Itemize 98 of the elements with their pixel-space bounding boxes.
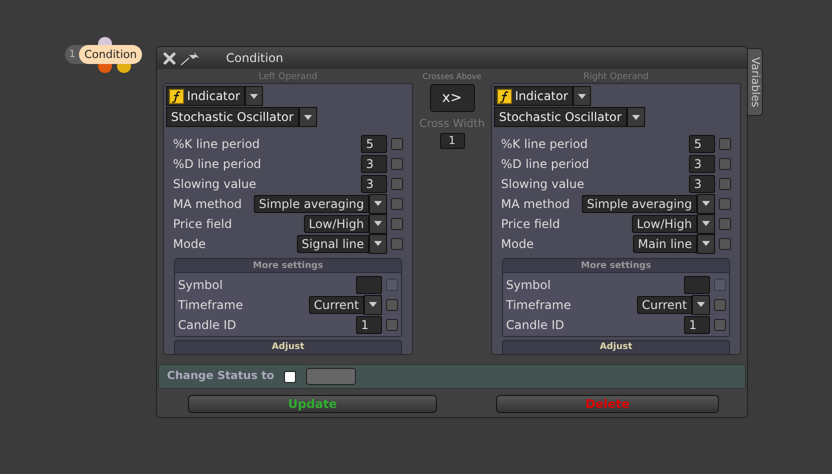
checkbox[interactable] bbox=[391, 198, 403, 210]
operator-caption: Crosses Above bbox=[422, 71, 482, 83]
more-settings-header[interactable]: More settings bbox=[503, 259, 729, 273]
dropdown-button[interactable] bbox=[369, 214, 387, 234]
status-label: Change Status to bbox=[167, 368, 274, 384]
caret-icon bbox=[369, 302, 377, 307]
param-label: Candle ID bbox=[506, 316, 566, 334]
source-select[interactable]: Indicator bbox=[166, 86, 246, 106]
dropdown-button[interactable] bbox=[573, 86, 592, 106]
number-field[interactable]: 1 bbox=[440, 132, 464, 148]
select-field[interactable]: Simple averaging bbox=[582, 194, 697, 212]
select-field[interactable]: Low/High bbox=[632, 214, 697, 232]
param-label: %D line period bbox=[501, 156, 590, 172]
adjust-button[interactable]: Adjust bbox=[174, 340, 402, 355]
number-field[interactable] bbox=[356, 276, 382, 294]
param-label: Price field bbox=[173, 216, 233, 232]
node-label: Condition bbox=[79, 45, 142, 64]
function-icon bbox=[169, 88, 184, 104]
status-field[interactable] bbox=[306, 368, 356, 385]
checkbox[interactable] bbox=[719, 178, 731, 190]
checkbox[interactable] bbox=[719, 158, 731, 170]
checkbox[interactable] bbox=[719, 198, 731, 210]
dropdown-button[interactable] bbox=[364, 294, 382, 314]
param-label: Timeframe bbox=[506, 296, 572, 314]
caret-icon bbox=[702, 201, 710, 206]
dropdown-button[interactable] bbox=[697, 234, 715, 254]
caret-icon bbox=[578, 94, 586, 98]
more-settings-header[interactable]: More settings bbox=[175, 259, 401, 273]
checkbox[interactable] bbox=[719, 218, 731, 230]
checkbox[interactable] bbox=[391, 178, 403, 190]
oscillator-select[interactable]: Stochastic Oscillator bbox=[494, 107, 627, 127]
window-title: Condition bbox=[226, 50, 284, 67]
checkbox[interactable] bbox=[719, 238, 731, 250]
number-field[interactable]: 5 bbox=[689, 134, 715, 152]
param-label: %D line period bbox=[173, 156, 262, 172]
param-label: Price field bbox=[501, 216, 561, 232]
dropdown-button[interactable] bbox=[298, 107, 317, 127]
caret-icon bbox=[632, 114, 640, 120]
checkbox[interactable] bbox=[391, 138, 403, 150]
param-label: Mode bbox=[173, 236, 207, 252]
close-icon[interactable] bbox=[163, 52, 176, 64]
caret-icon bbox=[374, 241, 382, 246]
caret-icon bbox=[304, 114, 312, 120]
checkbox[interactable] bbox=[386, 318, 398, 330]
dropdown-button[interactable] bbox=[369, 234, 387, 254]
checkbox[interactable] bbox=[719, 138, 731, 150]
caret-icon bbox=[374, 221, 382, 226]
select-field[interactable]: Current bbox=[308, 296, 364, 314]
checkbox[interactable] bbox=[391, 238, 403, 250]
source-select[interactable]: Indicator bbox=[494, 86, 574, 106]
checkbox[interactable] bbox=[284, 370, 296, 382]
operator-button[interactable]: x> bbox=[430, 84, 474, 112]
dropdown-button[interactable] bbox=[697, 214, 715, 234]
adjust-button[interactable]: Adjust bbox=[502, 340, 730, 355]
caret-icon bbox=[697, 302, 705, 307]
select-field[interactable]: Simple averaging bbox=[254, 194, 369, 212]
number-field[interactable]: 3 bbox=[689, 174, 715, 192]
checkbox[interactable] bbox=[714, 318, 726, 330]
pin-icon[interactable] bbox=[180, 50, 202, 66]
dropdown-button[interactable] bbox=[245, 86, 264, 106]
param-label: Symbol bbox=[506, 276, 552, 294]
dropdown-button[interactable] bbox=[369, 194, 387, 214]
checkbox[interactable] bbox=[391, 158, 403, 170]
select-field[interactable]: Signal line bbox=[296, 234, 369, 252]
select-field[interactable]: Current bbox=[636, 296, 692, 314]
dropdown-button[interactable] bbox=[697, 194, 715, 214]
select-field[interactable]: Main line bbox=[632, 234, 697, 252]
param-label: Symbol bbox=[178, 276, 224, 294]
caret-icon bbox=[702, 241, 710, 246]
checkbox[interactable] bbox=[386, 298, 398, 310]
param-label: Slowing value bbox=[501, 176, 586, 192]
param-label: Candle ID bbox=[178, 316, 238, 334]
select-field[interactable]: Low/High bbox=[304, 214, 369, 232]
param-label: Timeframe bbox=[178, 296, 244, 314]
number-field[interactable]: 3 bbox=[361, 174, 387, 192]
number-field[interactable]: 5 bbox=[361, 134, 387, 152]
number-field[interactable]: 1 bbox=[356, 316, 382, 334]
param-label: %K line period bbox=[173, 136, 261, 152]
caret-icon bbox=[702, 221, 710, 226]
checkbox[interactable] bbox=[714, 298, 726, 310]
caret-icon bbox=[374, 201, 382, 206]
param-label: MA method bbox=[501, 196, 571, 212]
param-label: %K line period bbox=[501, 136, 589, 152]
checkbox[interactable] bbox=[391, 218, 403, 230]
condition-node[interactable]: 1 Condition bbox=[65, 45, 142, 64]
number-field[interactable]: 3 bbox=[361, 154, 387, 172]
oscillator-select[interactable]: Stochastic Oscillator bbox=[166, 107, 299, 127]
node-number: 1 bbox=[69, 48, 76, 62]
function-icon bbox=[497, 88, 512, 104]
param-label: MA method bbox=[173, 196, 243, 212]
param-label: Slowing value bbox=[173, 176, 258, 192]
caret-icon bbox=[250, 94, 258, 98]
dropdown-button[interactable] bbox=[692, 294, 710, 314]
number-field[interactable] bbox=[684, 276, 710, 294]
param-label: Mode bbox=[501, 236, 535, 252]
dropdown-button[interactable] bbox=[626, 107, 645, 127]
number-field[interactable]: 1 bbox=[684, 316, 710, 334]
number-field[interactable]: 3 bbox=[689, 154, 715, 172]
